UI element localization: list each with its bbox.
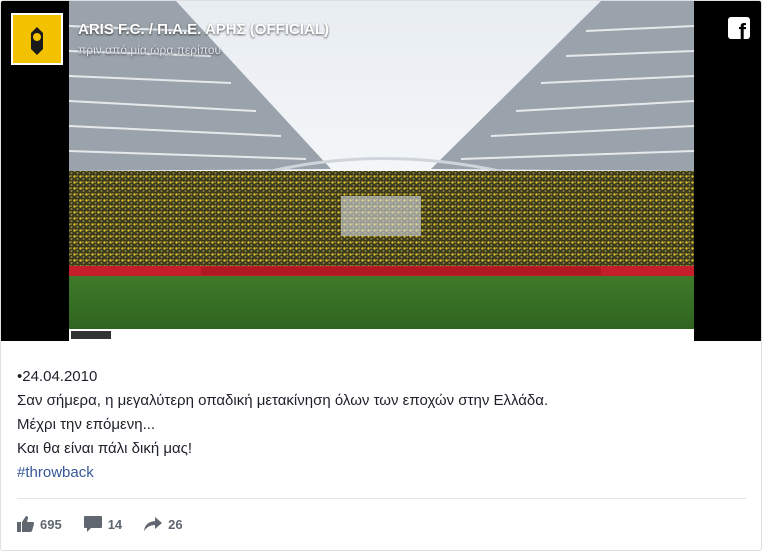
like-count: 695 <box>40 516 62 532</box>
divider <box>17 498 746 499</box>
share-count: 26 <box>168 516 183 532</box>
thumbs-up-icon <box>17 516 34 532</box>
page-avatar[interactable] <box>11 13 63 65</box>
post-message: •24.04.2010 Σαν σήμερα, η μεγαλύτερη οπα… <box>17 365 747 485</box>
facebook-icon[interactable]: f <box>728 17 750 39</box>
post-photo[interactable]: ARIS F.C. / Π.Α.Ε. ΑΡΗΣ (OFFICIAL) πριν … <box>1 1 761 341</box>
comment-button[interactable]: 14 <box>83 516 123 532</box>
post-line-next: Μέχρι την επόμενη... <box>17 416 156 433</box>
like-button[interactable]: 695 <box>17 516 62 532</box>
comment-count: 14 <box>107 516 123 532</box>
share-arrow-icon <box>144 517 163 531</box>
post-line-date: •24.04.2010 <box>17 368 98 385</box>
post-line-ours: Και θα είναι πάλι δική μας! <box>17 440 193 457</box>
share-button[interactable]: 26 <box>144 516 183 532</box>
page-name-link[interactable]: ARIS F.C. / Π.Α.Ε. ΑΡΗΣ (OFFICIAL) <box>78 21 329 38</box>
post-line-main: Σαν σήμερα, η μεγαλύτερη οπαδική μετακίν… <box>17 392 549 409</box>
aris-logo-icon <box>13 15 61 63</box>
post-timestamp[interactable]: πριν από μία ώρα περίπου <box>78 43 221 57</box>
embedded-post-card: ARIS F.C. / Π.Α.Ε. ΑΡΗΣ (OFFICIAL) πριν … <box>0 0 762 551</box>
post-actions: 695 14 26 <box>17 513 205 535</box>
hashtag-link[interactable]: #throwback <box>17 461 747 485</box>
comment-icon <box>83 516 102 532</box>
